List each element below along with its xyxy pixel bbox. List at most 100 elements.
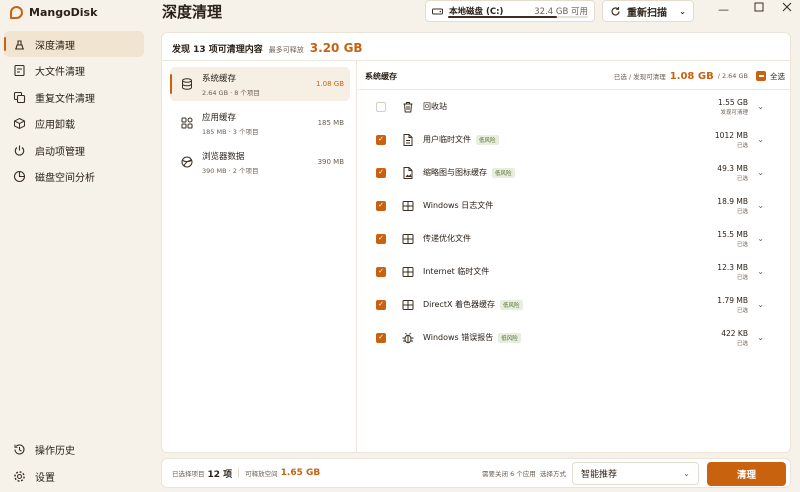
category-size: 390 MB [317, 158, 344, 166]
doc-icon [401, 133, 415, 147]
sidebar-item-startup[interactable]: 启动项管理 [4, 137, 144, 163]
summary-release-label: 最多可释放 [268, 46, 304, 54]
list-item[interactable]: ✓ 传递优化文件 15.5 MB 已选 ⌄ [358, 222, 790, 255]
category-system-cache[interactable]: 系统缓存 2.64 GB · 8 个项目 1.08 GB [170, 67, 350, 101]
window-icon [401, 298, 415, 312]
category-app-cache[interactable]: 应用缓存 185 MB · 3 个项目 185 MB [170, 106, 350, 140]
chevron-down-icon[interactable]: ⌄ [757, 234, 764, 243]
sidebar-item-label: 磁盘空间分析 [35, 173, 95, 184]
sidebar-item-label: 深度清理 [35, 40, 75, 52]
item-checkbox[interactable]: ✓ [376, 299, 386, 310]
select-all-label[interactable]: 全选 [770, 71, 785, 82]
sidebar-item-history[interactable]: 操作历史 [4, 436, 144, 462]
refresh-icon [610, 6, 621, 17]
divider [238, 468, 240, 478]
disk-selector[interactable]: 本地磁盘 (C:) 32.4 GB 可用 [425, 0, 595, 22]
scan-summary: 发现 13 项可清理内容 最多可释放 3.20 GB [172, 41, 363, 55]
item-checkbox[interactable]: ✓ [376, 167, 386, 178]
list-item[interactable]: ✓ 用户临时文件 低风险 1012 MB 已选 ⌄ [358, 123, 790, 156]
item-size: 18.9 MB [717, 196, 748, 206]
item-name: 传递优化文件 [423, 234, 471, 243]
chevron-down-icon[interactable]: ⌄ [757, 333, 764, 342]
rescan-button[interactable]: 重新扫描 ⌄ [602, 0, 694, 22]
selected-total: / 2.64 GB [717, 72, 748, 80]
item-status: 已选 [736, 241, 748, 248]
item-checkbox[interactable]: ✓ [376, 332, 386, 343]
item-size: 1012 MB [714, 130, 748, 140]
sidebar-item-label: 操作历史 [35, 445, 75, 457]
item-name: Windows 错误报告 [423, 333, 494, 342]
mode-select[interactable]: 智能推荐 ⌄ [572, 462, 699, 485]
sidebar-item-settings[interactable]: 设置 [4, 463, 144, 489]
close-icon[interactable] [782, 2, 792, 12]
sidebar-item-disk-analysis[interactable]: 磁盘空间分析 [4, 164, 144, 190]
item-size: 1.79 MB [717, 295, 748, 305]
sidebar-item-label: 重复文件清理 [35, 93, 95, 105]
bug-icon [401, 331, 415, 345]
database-icon [180, 77, 194, 91]
drive-icon [432, 7, 443, 16]
page-title: 深度清理 [162, 3, 223, 21]
item-checkbox[interactable]: ✓ [376, 233, 386, 244]
summary-found: 发现 13 项可清理内容 [172, 45, 263, 55]
item-size: 12.3 MB [717, 262, 748, 272]
category-sub: 390 MB · 2 个项目 [202, 166, 259, 175]
chevron-down-icon[interactable]: ⌄ [757, 135, 764, 144]
trash-icon [401, 100, 415, 114]
risk-badge: 低风险 [499, 299, 523, 310]
item-name: Internet 临时文件 [423, 267, 490, 276]
close-apps-tip: 需要关闭 6 个应用 [482, 470, 536, 478]
clean-button[interactable]: 清理 [707, 462, 786, 486]
item-list: 回收站 1.55 GB 发现可清理 ⌄ ✓ 用户临时文件 低风险 1012 MB 已… [358, 90, 790, 354]
large-file-icon [13, 64, 26, 77]
item-status: 已选 [736, 274, 748, 281]
disk-usage-bar [448, 16, 588, 18]
free-space-value: 1.65 GB [280, 468, 321, 478]
list-item[interactable]: ✓ Internet 临时文件 12.3 MB 已选 ⌄ [358, 255, 790, 288]
list-item[interactable]: ✓ Windows 错误报告 低风险 422 KB 已选 ⌄ [358, 321, 790, 354]
chevron-down-icon: ⌄ [683, 469, 690, 478]
sidebar-item-duplicates[interactable]: 重复文件清理 [4, 84, 144, 110]
item-name: 缩略图与图标缓存 [423, 168, 487, 177]
item-size: 1.55 GB [717, 97, 748, 107]
sidebar-item-deep-clean[interactable]: 深度清理 [4, 31, 144, 57]
category-sub: 2.64 GB · 8 个项目 [202, 88, 260, 97]
item-checkbox[interactable]: ✓ [376, 266, 386, 277]
list-item[interactable]: ✓ DirectX 着色器缓存 低风险 1.79 MB 已选 ⌄ [358, 288, 790, 321]
item-checkbox[interactable]: ✓ [376, 200, 386, 211]
window-icon [401, 199, 415, 213]
category-list: 系统缓存 2.64 GB · 8 个项目 1.08 GB 应用缓存 185 MB… [170, 67, 350, 184]
category-sub: 185 MB · 3 个项目 [202, 127, 259, 136]
minimize-icon[interactable]: — [718, 3, 729, 16]
item-checkbox[interactable] [376, 101, 386, 112]
maximize-icon[interactable] [754, 2, 764, 12]
sidebar-item-large-files[interactable]: 大文件清理 [4, 58, 144, 84]
category-title: 应用缓存 [202, 112, 237, 123]
globe-icon [180, 155, 194, 169]
chevron-down-icon[interactable]: ⌄ [757, 102, 764, 111]
sidebar-item-uninstall[interactable]: 应用卸载 [4, 111, 144, 137]
sidebar-item-label: 设置 [35, 472, 55, 484]
list-item[interactable]: 回收站 1.55 GB 发现可清理 ⌄ [358, 90, 790, 123]
list-item[interactable]: ✓ 缩略图与图标缓存 低风险 49.3 MB 已选 ⌄ [358, 156, 790, 189]
risk-badge: 低风险 [492, 167, 515, 178]
app-name: MangoDisk [29, 5, 98, 19]
apps-grid-icon [180, 116, 194, 130]
window-icon [401, 232, 415, 246]
item-checkbox[interactable]: ✓ [376, 134, 386, 145]
category-browser-data[interactable]: 浏览器数据 390 MB · 2 个项目 390 MB [170, 145, 350, 179]
chevron-down-icon[interactable]: ⌄ [679, 7, 686, 16]
chevron-down-icon[interactable]: ⌄ [757, 201, 764, 210]
window-icon [401, 265, 415, 279]
list-item[interactable]: ✓ Windows 日志文件 18.9 MB 已选 ⌄ [358, 189, 790, 222]
sidebar-item-label: 启动项管理 [35, 146, 85, 158]
select-all-checkbox[interactable] [756, 71, 766, 81]
rescan-label: 重新扫描 [627, 7, 667, 19]
chevron-down-icon[interactable]: ⌄ [757, 168, 764, 177]
item-name: 用户临时文件 [423, 135, 471, 144]
item-status: 已选 [736, 175, 748, 182]
chevron-down-icon[interactable]: ⌄ [757, 300, 764, 309]
mode-value: 智能推荐 [581, 470, 618, 480]
chevron-down-icon[interactable]: ⌄ [757, 267, 764, 276]
duplicate-icon [13, 91, 26, 104]
